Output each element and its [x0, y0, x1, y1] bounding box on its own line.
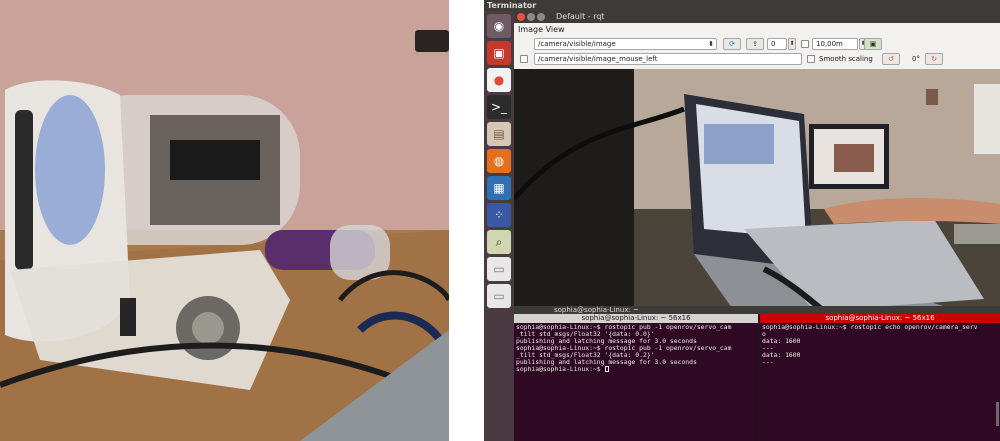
terminal-line: data: 1600 — [762, 351, 801, 359]
terminal-left-output: sophia@sophia-Linux:~$ rostopic pub -1 o… — [514, 323, 758, 374]
save-screenshot-button[interactable]: ▣ — [864, 38, 882, 50]
rotate-right-button[interactable]: ↻ — [925, 53, 943, 65]
topic-select-value: /camera/visible/image — [538, 40, 616, 48]
terminal-right-title: sophia@sophia-Linux: ~ 56x16 — [825, 314, 935, 322]
rotation-spinbox[interactable]: 0 — [767, 38, 787, 50]
rqt-titlebar: Default - rqt — [514, 11, 1000, 23]
terminal-left[interactable]: sophia@sophia-Linux: ~ 56x16 sophia@soph… — [514, 314, 758, 441]
ubuntu-logo-icon[interactable]: ◉ — [487, 14, 511, 38]
drive-icon-1[interactable]: ▭ — [487, 257, 511, 281]
max-range-spinbox[interactable]: 10,00m — [812, 38, 858, 50]
desktop-screen: Terminator ◉ ▣ ● >_ ▤ ◍ ▦ ⁘ ⌕ ▭ ▭ Defaul… — [484, 0, 1000, 441]
rotation-value: 0 — [771, 40, 776, 48]
rov-photo-drawing — [0, 0, 449, 441]
terminal-left-title: sophia@sophia-Linux: ~ 56x16 — [581, 314, 691, 322]
mouse-topic-input[interactable]: /camera/visible/image_mouse_left — [534, 53, 802, 65]
top-panel-title: Terminator — [484, 0, 1000, 11]
chevron-down-icon: ⬍ — [708, 40, 714, 48]
rqt-window: Default - rqt Image View /camera/visible… — [514, 11, 1000, 311]
chrome-icon[interactable]: ● — [487, 68, 511, 92]
rotation-angle-label: 0° — [912, 55, 920, 63]
rqt-window-title: Default - rqt — [556, 12, 605, 21]
topic-select[interactable]: /camera/visible/image ⬍ — [534, 38, 717, 50]
terminal-line: sophia@sophia-Linux:~$ — [516, 365, 605, 373]
camera-image — [514, 69, 1000, 311]
maximize-icon[interactable] — [537, 13, 545, 21]
terminal-left-header: sophia@sophia-Linux: ~ 56x16 — [514, 314, 758, 323]
smooth-scaling-label: Smooth scaling — [819, 55, 873, 63]
apps-grid-icon[interactable]: ⁘ — [487, 203, 511, 227]
refresh-button[interactable]: ⟳ — [723, 38, 741, 50]
app-icon-1[interactable]: ▣ — [487, 41, 511, 65]
terminal-right[interactable]: sophia@sophia-Linux: ~ 56x16 sophia@soph… — [760, 314, 1000, 441]
mouse-topic-value: /camera/visible/image_mouse_left — [538, 55, 658, 63]
max-range-checkbox[interactable] — [801, 40, 809, 48]
image-separator — [449, 0, 484, 441]
image-viewer-icon[interactable]: ⌕ — [487, 230, 511, 254]
rotate-left-button[interactable]: ↺ — [882, 53, 900, 65]
terminal-line: --- — [762, 358, 774, 366]
writer-icon[interactable]: ▦ — [487, 176, 511, 200]
firefox-icon[interactable]: ◍ — [487, 149, 511, 173]
save-image-button[interactable]: ⇪ — [746, 38, 764, 50]
minimize-icon[interactable] — [527, 13, 535, 21]
terminal-right-output: sophia@sophia-Linux:~$ rostopic echo ope… — [760, 323, 1000, 367]
rotation-spinner[interactable]: ⬍ — [788, 38, 796, 50]
unity-launcher: ◉ ▣ ● >_ ▤ ◍ ▦ ⁘ ⌕ ▭ ▭ — [484, 11, 514, 441]
files-icon[interactable]: ▤ — [487, 122, 511, 146]
camera-image-view — [514, 69, 1000, 311]
image-view-dock-title: Image View — [518, 25, 565, 34]
terminal-line: sophia@sophia-Linux:~$ rostopic echo ope… — [762, 323, 978, 331]
smooth-scaling-checkbox[interactable] — [807, 55, 815, 63]
close-icon[interactable] — [517, 13, 525, 21]
terminal-right-header: sophia@sophia-Linux: ~ 56x16 — [760, 314, 1000, 323]
terminator-window-title: sophia@sophia-Linux: ~ — [514, 306, 1000, 314]
max-range-value: 10,00m — [816, 40, 843, 48]
cursor-icon — [604, 366, 609, 372]
drive-icon-2[interactable]: ▭ — [487, 284, 511, 308]
terminal-line: data: 1600 — [762, 337, 801, 345]
terminal-scrollbar[interactable] — [996, 402, 999, 426]
terminal-icon[interactable]: >_ — [487, 95, 511, 119]
rov-photo — [0, 0, 449, 441]
publish-click-checkbox[interactable] — [520, 55, 528, 63]
